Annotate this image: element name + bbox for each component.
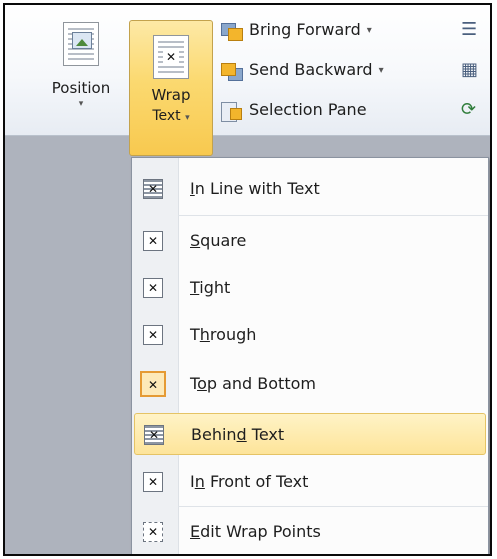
wrap-text-label-text: Text: [152, 108, 181, 124]
menu-item-pre: T: [190, 374, 198, 393]
menu-item-accel: h: [199, 325, 210, 344]
position-icon: [63, 22, 99, 66]
menu-item-label: Through: [190, 314, 256, 356]
menu-item-text: ight: [199, 278, 231, 297]
wrap-text-label-line1: Wrap: [151, 86, 191, 104]
menu-item-label: In Front of Text: [190, 461, 308, 503]
rotate-icon[interactable]: ⟳: [461, 99, 476, 120]
menu-separator: [178, 506, 488, 507]
square-wrap-icon: ✕: [143, 231, 163, 251]
tight-wrap-icon: ✕: [143, 278, 163, 298]
menu-item-label: Edit Wrap Points: [190, 511, 321, 553]
menu-item-text: Front of Text: [204, 472, 309, 491]
top-bottom-wrap-icon: ✕: [140, 371, 166, 397]
menu-item-text: dit Wrap Points: [200, 522, 321, 541]
through-wrap-icon: ✕: [143, 325, 163, 345]
dropdown-arrow-icon: ▾: [78, 99, 84, 109]
position-label: Position: [51, 79, 111, 97]
selection-pane-label: Selection Pane: [249, 100, 367, 119]
menu-item-through[interactable]: ✕ Through: [134, 314, 486, 356]
behind-text-icon: ✕: [144, 425, 164, 445]
window-frame: Position ▾ Bring Forward ▾ Send Backward ▾…: [3, 3, 492, 556]
menu-item-tight[interactable]: ✕ Tight: [134, 267, 486, 309]
menu-item-edit-wrap-points[interactable]: ✕ Edit Wrap Points: [134, 511, 486, 553]
menu-item-text: p and Bottom: [206, 374, 316, 393]
inline-wrap-icon: ✕: [143, 179, 163, 199]
menu-separator: [178, 215, 488, 216]
menu-item-label: Top and Bottom: [190, 363, 316, 405]
menu-item-text: rough: [209, 325, 257, 344]
menu-item-pre: Behin: [191, 425, 237, 444]
align-icon[interactable]: ☰: [461, 19, 477, 40]
menu-item-text: quare: [200, 231, 247, 250]
send-backward-label: Send Backward: [249, 60, 373, 79]
bring-forward-label: Bring Forward: [249, 20, 361, 39]
menu-item-pre: T: [190, 325, 200, 344]
bring-forward-button[interactable]: Bring Forward ▾: [221, 13, 372, 47]
menu-item-behind-text[interactable]: ✕ Behind Text: [134, 413, 486, 455]
menu-item-accel: S: [190, 231, 201, 250]
in-front-text-icon: ✕: [143, 472, 163, 492]
menu-item-text: Text: [246, 425, 285, 444]
wrap-text-icon: ✕: [153, 35, 189, 79]
wrap-text-button[interactable]: ✕ Wrap Text ▾: [129, 20, 213, 156]
menu-item-label: Tight: [190, 267, 230, 309]
menu-item-in-line-with-text[interactable]: ✕ In Line with Text: [134, 168, 486, 210]
menu-item-top-and-bottom[interactable]: ✕ Top and Bottom: [134, 363, 486, 405]
bring-forward-icon: [221, 21, 243, 41]
dropdown-arrow-icon: ▾: [366, 24, 372, 36]
picture-icon: ✕: [163, 50, 179, 64]
position-button[interactable]: Position ▾: [36, 18, 126, 109]
menu-item-square[interactable]: ✕ Square: [134, 220, 486, 262]
menu-item-in-front-of-text[interactable]: ✕ In Front of Text: [134, 461, 486, 503]
wrap-text-label-line2: Text ▾: [130, 106, 212, 129]
menu-item-accel: d: [236, 425, 247, 444]
menu-item-label: In Line with Text: [190, 168, 320, 210]
selection-pane-button[interactable]: Selection Pane: [221, 93, 367, 127]
menu-item-label: Square: [190, 220, 246, 262]
picture-icon: [72, 32, 92, 49]
wrap-text-menu: ✕ In Line with Text ✕ Square ✕ Tight ✕ T…: [131, 157, 489, 554]
menu-item-accel: T: [190, 278, 200, 297]
menu-item-accel: o: [197, 374, 207, 393]
edit-wrap-points-icon: ✕: [143, 522, 163, 542]
menu-item-accel: n: [194, 472, 205, 491]
menu-item-accel: E: [190, 522, 201, 541]
menu-item-text: n Line with Text: [194, 179, 320, 198]
dropdown-arrow-icon: ▾: [378, 64, 384, 76]
selection-pane-icon: [221, 101, 243, 122]
send-backward-button[interactable]: Send Backward ▾: [221, 53, 384, 87]
menu-item-label: Behind Text: [191, 414, 284, 456]
ribbon-arrange-group: Position ▾ Bring Forward ▾ Send Backward ▾…: [5, 5, 490, 136]
send-backward-icon: [221, 61, 243, 81]
dropdown-arrow-icon: ▾: [185, 113, 190, 123]
group-icon[interactable]: ▦: [461, 59, 478, 80]
